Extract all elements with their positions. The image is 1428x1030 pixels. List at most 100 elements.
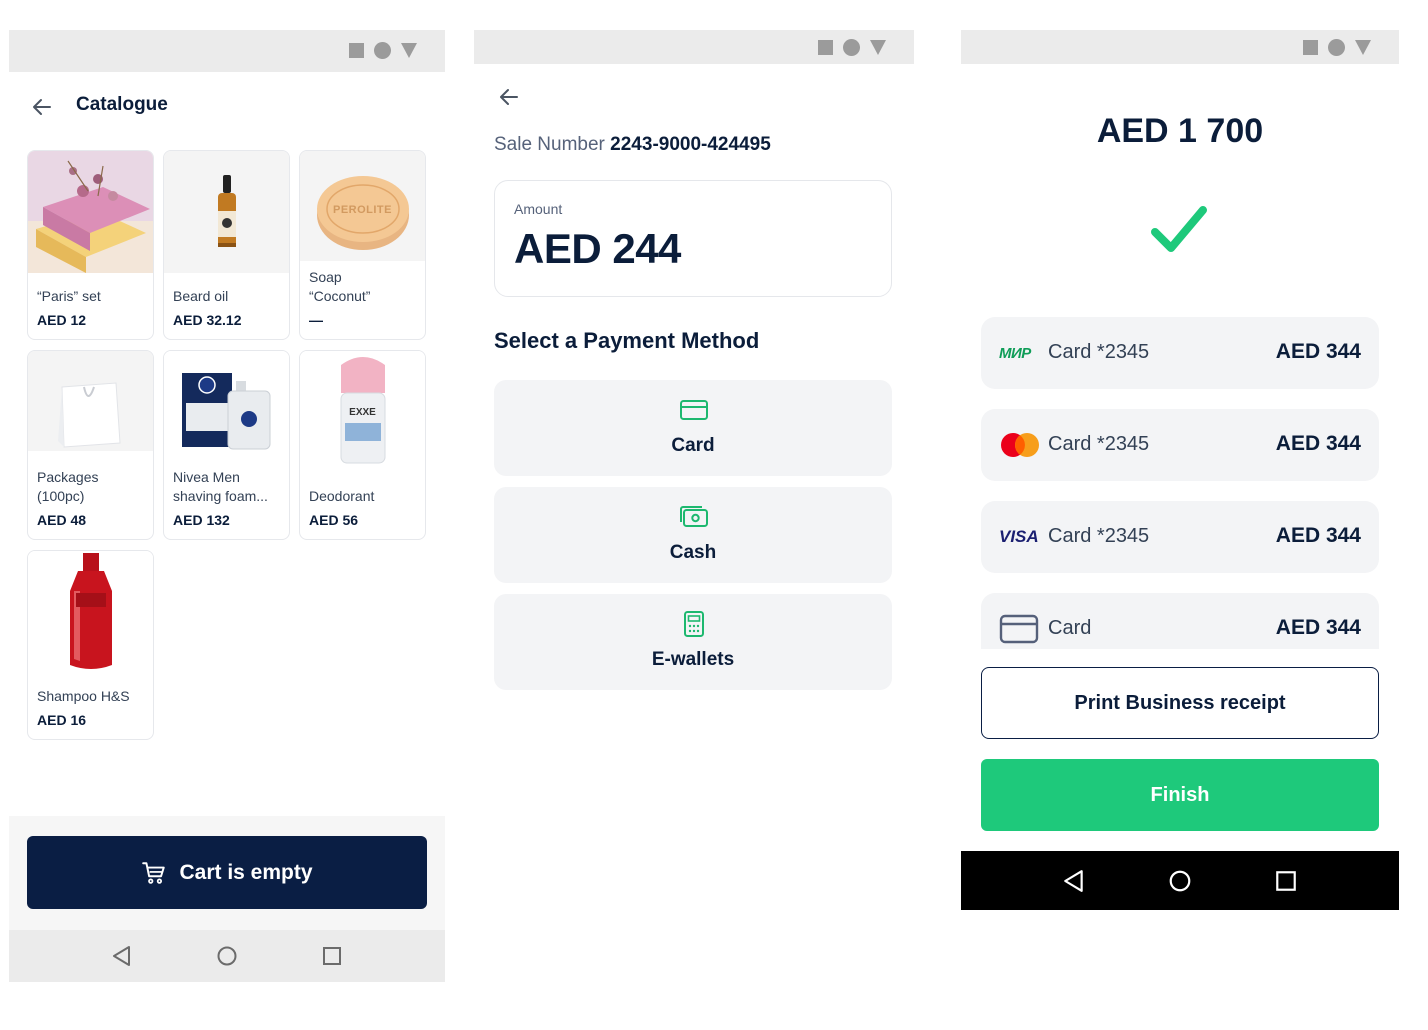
product-price: AED 32.12 — [173, 312, 242, 328]
status-bar — [474, 30, 914, 64]
product-price: AED 48 — [37, 512, 87, 528]
payment-method-screen: Sale Number 2243-9000-424495 Amount AED … — [474, 30, 914, 710]
back-button[interactable] — [27, 92, 57, 122]
nav-home-button[interactable] — [207, 936, 247, 976]
amount-label: Amount — [514, 201, 563, 217]
back-button[interactable] — [494, 82, 524, 112]
payment-row: Card AED 344 — [981, 593, 1379, 649]
nav-recents-button[interactable] — [312, 936, 352, 976]
payment-card-label: Card *2345 — [1048, 341, 1150, 363]
product-image: PEROLITE — [300, 151, 425, 261]
mir-brand-text: МИР — [999, 344, 1031, 362]
wifi-icon — [374, 42, 391, 59]
product-tile[interactable]: Beard oil AED 32.12 — [163, 150, 290, 340]
print-receipt-button[interactable]: Print Business receipt — [981, 667, 1379, 739]
product-name: Deodorant — [309, 488, 375, 504]
product-tile[interactable]: Packages (100pc) AED 48 — [27, 350, 154, 540]
payment-row: VISA Card *2345 AED 344 — [981, 501, 1379, 573]
cart-button[interactable]: Cart is empty — [27, 836, 427, 909]
product-price: AED 132 — [173, 512, 230, 528]
arrow-left-icon — [500, 89, 518, 105]
soap-brand-label: PEROLITE — [332, 204, 392, 216]
payment-amount: AED 344 — [1275, 432, 1361, 455]
payment-method-ewallets-button[interactable]: E-wallets — [494, 594, 892, 690]
payment-card-label: Card — [1048, 617, 1092, 639]
product-price: — — [309, 312, 323, 328]
nav-back-button[interactable] — [1054, 861, 1094, 901]
catalogue-screen: Catalogue “Paris” set AED 12 Beard oil A… — [9, 30, 445, 982]
payment-method-cash-button[interactable]: Cash — [494, 487, 892, 583]
payment-amount: AED 344 — [1275, 524, 1361, 547]
wifi-icon — [843, 39, 860, 56]
product-image — [28, 151, 153, 273]
triangle-back-icon — [112, 946, 130, 966]
battery-icon — [401, 43, 417, 58]
payment-method-label: Card — [671, 435, 715, 456]
product-name: Beard oil — [173, 288, 229, 304]
payment-row: МИР Card *2345 AED 344 — [981, 317, 1379, 389]
nav-back-button[interactable] — [102, 936, 142, 976]
visa-logo-icon: VISA — [999, 523, 1041, 551]
product-price: AED 16 — [37, 712, 87, 728]
navigation-bar — [9, 930, 445, 982]
product-name: “Paris” set — [37, 288, 101, 304]
checkmark-icon — [1151, 206, 1207, 252]
product-price: AED 12 — [37, 312, 87, 328]
product-image — [164, 151, 289, 273]
product-tile[interactable]: Shampoo H&S AED 16 — [27, 550, 154, 740]
nav-recents-button[interactable] — [1266, 861, 1306, 901]
signal-icon — [349, 43, 364, 58]
square-recents-icon — [1276, 870, 1296, 891]
cart-icon — [142, 861, 166, 884]
visa-brand-text: VISA — [999, 527, 1039, 546]
amount-value: AED 244 — [514, 225, 681, 272]
product-tile[interactable]: “Paris” set AED 12 — [27, 150, 154, 340]
cart-label: Cart is empty — [179, 860, 313, 884]
product-name-line2: “Coconut” — [309, 288, 371, 304]
mir-logo-icon: МИР — [999, 339, 1041, 367]
product-image — [28, 551, 153, 673]
payment-row: Card *2345 AED 344 — [981, 409, 1379, 481]
triangle-back-icon — [1064, 869, 1083, 892]
product-image — [164, 351, 289, 461]
circle-home-icon — [1169, 870, 1191, 891]
payment-amount: AED 344 — [1275, 340, 1361, 363]
product-name: Nivea Men — [173, 469, 240, 485]
total-amount: AED 1 700 — [1096, 112, 1264, 150]
product-tile[interactable]: EXXE Deodorant AED 56 — [299, 350, 426, 540]
product-name: Packages — [37, 469, 99, 485]
amount-card: Amount AED 244 — [494, 180, 892, 297]
payment-amount: AED 344 — [1275, 616, 1361, 639]
sale-number-value: 2243-9000-424495 — [610, 134, 771, 155]
payment-card-label: Card *2345 — [1048, 433, 1150, 455]
payment-card-label: Card *2345 — [1048, 525, 1150, 547]
payment-method-label: Cash — [669, 542, 717, 563]
product-tile[interactable]: Nivea Men shaving foam... AED 132 — [163, 350, 290, 540]
circle-home-icon — [217, 946, 237, 966]
payment-method-card-button[interactable]: Card — [494, 380, 892, 476]
square-recents-icon — [323, 947, 342, 965]
product-name: Soap — [309, 269, 342, 285]
signal-icon — [1303, 40, 1318, 55]
wifi-icon — [1328, 39, 1345, 56]
card-icon — [680, 400, 708, 420]
navigation-bar — [961, 851, 1399, 910]
calculator-icon — [684, 611, 704, 637]
product-image: EXXE — [300, 351, 425, 473]
arrow-left-icon — [33, 99, 51, 115]
payment-method-label: E-wallets — [651, 649, 735, 670]
signal-icon — [818, 40, 833, 55]
payment-methods-title: Select a Payment Method — [494, 328, 760, 353]
product-name-line2: (100pc) — [37, 488, 85, 504]
finish-button[interactable]: Finish — [981, 759, 1379, 831]
product-image — [28, 351, 153, 451]
nav-home-button[interactable] — [1160, 861, 1200, 901]
mastercard-logo-icon — [999, 431, 1041, 459]
battery-icon — [1355, 40, 1371, 55]
product-name-line2: shaving foam... — [173, 488, 268, 504]
sale-number-label: Sale Number — [494, 134, 605, 155]
payment-result-screen: AED 1 700 МИР Card *2345 AED 344 Card *2… — [961, 30, 1399, 910]
status-bar — [961, 30, 1399, 64]
deodorant-brand-label: EXXE — [349, 407, 376, 418]
product-tile[interactable]: PEROLITE Soap “Coconut” — — [299, 150, 426, 340]
